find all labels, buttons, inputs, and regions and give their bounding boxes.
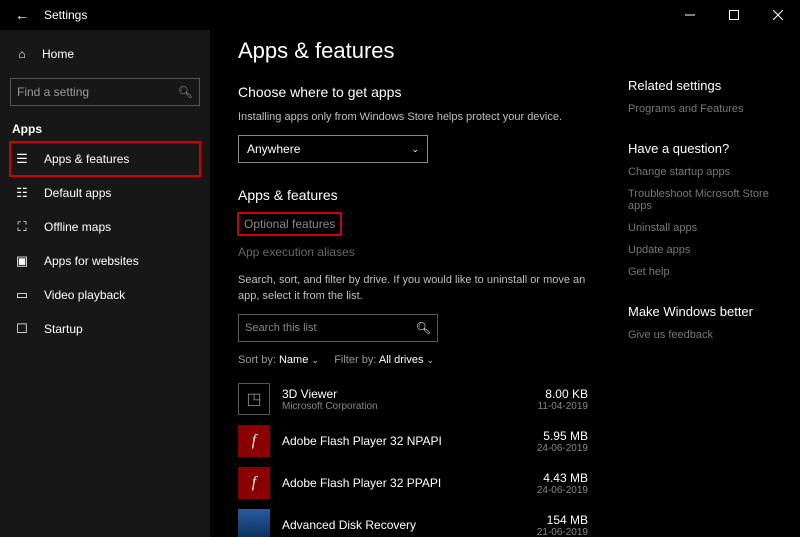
- help-link[interactable]: Change startup apps: [628, 166, 790, 178]
- question-heading: Have a question?: [628, 141, 790, 156]
- app-row[interactable]: 3D ViewerMicrosoft Corporation8.00 KB11-…: [238, 378, 588, 420]
- app-date: 24-06-2019: [537, 485, 588, 496]
- app-row[interactable]: f Adobe Flash Player 32 PPAPI4.43 MB24-06…: [238, 462, 588, 504]
- back-button[interactable]: ←: [10, 7, 34, 23]
- help-link[interactable]: Uninstall apps: [628, 222, 790, 234]
- right-column: Related settings Programs and Features H…: [588, 38, 790, 537]
- programs-features-link[interactable]: Programs and Features: [628, 103, 790, 115]
- dropdown-value: Anywhere: [247, 142, 300, 156]
- help-link[interactable]: Update apps: [628, 244, 790, 256]
- list-intro: Search, sort, and filter by drive. If yo…: [238, 273, 588, 304]
- app-date: 24-06-2019: [537, 443, 588, 454]
- app-size: 4.43 MB: [537, 471, 588, 485]
- search-icon: 🔍︎: [178, 85, 193, 99]
- home-label: Home: [42, 47, 74, 61]
- help-link[interactable]: Get help: [628, 266, 790, 278]
- app-size: 154 MB: [537, 513, 588, 527]
- nav-apps-features[interactable]: ☰ Apps & features: [10, 142, 200, 176]
- chevron-down-icon: ⌄: [427, 355, 435, 365]
- nav-label: Offline maps: [44, 220, 111, 234]
- app-icon: f: [238, 467, 270, 499]
- app-size: 5.95 MB: [537, 429, 588, 443]
- nav-label: Startup: [44, 322, 83, 336]
- close-button[interactable]: [756, 0, 800, 30]
- nav-label: Apps for websites: [44, 254, 139, 268]
- nav-video-playback[interactable]: ▭ Video playback: [10, 278, 200, 312]
- list-icon: ☰: [14, 151, 30, 167]
- settings-search-input[interactable]: [17, 85, 178, 99]
- choose-heading: Choose where to get apps: [238, 84, 588, 100]
- app-icon: f: [238, 425, 270, 457]
- app-execution-aliases-link[interactable]: App execution aliases: [238, 241, 588, 263]
- map-icon: ⛶: [14, 219, 30, 235]
- startup-icon: ☐: [14, 321, 30, 337]
- minimize-button[interactable]: [668, 0, 712, 30]
- window-title: Settings: [44, 8, 87, 22]
- help-link[interactable]: Troubleshoot Microsoft Store apps: [628, 188, 790, 212]
- related-heading: Related settings: [628, 78, 790, 93]
- chevron-down-icon: ⌄: [311, 355, 319, 365]
- optional-features-link[interactable]: Optional features: [238, 213, 341, 235]
- nav-apps-websites[interactable]: ▣ Apps for websites: [10, 244, 200, 278]
- sort-value[interactable]: Name: [279, 354, 308, 366]
- app-name: 3D Viewer: [282, 387, 538, 401]
- feedback-link[interactable]: Give us feedback: [628, 329, 790, 341]
- home-nav[interactable]: ⌂ Home: [10, 38, 200, 70]
- app-list-search[interactable]: 🔍︎: [238, 314, 438, 342]
- content: Apps & features Choose where to get apps…: [238, 38, 588, 537]
- app-publisher: Microsoft Corporation: [282, 401, 538, 412]
- app-list: 3D ViewerMicrosoft Corporation8.00 KB11-…: [238, 378, 588, 537]
- app-date: 11-04-2019: [538, 401, 588, 412]
- nav-label: Apps & features: [44, 152, 129, 166]
- app-name: Adobe Flash Player 32 PPAPI: [282, 476, 537, 490]
- nav-startup[interactable]: ☐ Startup: [10, 312, 200, 346]
- app-name: Advanced Disk Recovery: [282, 518, 537, 532]
- nav-label: Default apps: [44, 186, 111, 200]
- app-size: 8.00 KB: [538, 387, 588, 401]
- sidebar: ⌂ Home 🔍︎ Apps ☰ Apps & features ☷ Defau…: [0, 30, 210, 537]
- nav-offline-maps[interactable]: ⛶ Offline maps: [10, 210, 200, 244]
- app-list-search-input[interactable]: [245, 322, 416, 334]
- home-icon: ⌂: [14, 47, 30, 61]
- chevron-down-icon: ⌄: [411, 144, 419, 155]
- sort-filter-row: Sort by: Name ⌄ Filter by: All drives ⌄: [238, 354, 588, 366]
- app-date: 21-06-2019: [537, 527, 588, 537]
- filter-label: Filter by:: [334, 354, 376, 366]
- app-source-dropdown[interactable]: Anywhere ⌄: [238, 135, 428, 163]
- nav-label: Video playback: [44, 288, 125, 302]
- sort-label: Sort by:: [238, 354, 276, 366]
- app-row[interactable]: Advanced Disk Recovery154 MB21-06-2019: [238, 504, 588, 537]
- maximize-button[interactable]: [712, 0, 756, 30]
- app-icon: [238, 383, 270, 415]
- apps-features-heading: Apps & features: [238, 187, 588, 203]
- nav-default-apps[interactable]: ☷ Default apps: [10, 176, 200, 210]
- title-bar: ← Settings: [0, 0, 800, 30]
- app-icon: [238, 509, 270, 537]
- page-title: Apps & features: [238, 38, 588, 64]
- settings-search[interactable]: 🔍︎: [10, 78, 200, 106]
- app-name: Adobe Flash Player 32 NPAPI: [282, 434, 537, 448]
- website-icon: ▣: [14, 253, 30, 269]
- search-icon: 🔍︎: [416, 321, 431, 335]
- filter-value[interactable]: All drives: [379, 354, 424, 366]
- choose-subtext: Installing apps only from Windows Store …: [238, 110, 588, 125]
- app-row[interactable]: f Adobe Flash Player 32 NPAPI5.95 MB24-06…: [238, 420, 588, 462]
- better-heading: Make Windows better: [628, 304, 790, 319]
- video-icon: ▭: [14, 287, 30, 303]
- category-label: Apps: [10, 122, 200, 136]
- default-icon: ☷: [14, 185, 30, 201]
